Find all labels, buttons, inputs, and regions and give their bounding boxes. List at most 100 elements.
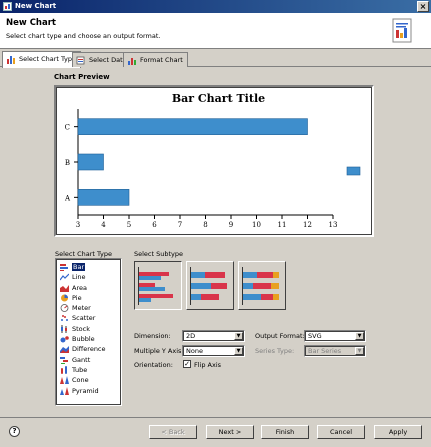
chart-type-label-text: Area [72,283,87,292]
apply-button[interactable]: Apply [374,425,422,439]
bar-c [77,118,308,135]
x-tick-label: 3 [76,221,80,229]
subtype-percent-stacked-button[interactable] [238,261,286,310]
chart-type-label-text: Meter [72,304,91,313]
scatter-chart-icon [61,315,68,322]
pie-chart-icon [61,294,68,302]
subtype-stacked-button[interactable] [186,261,234,310]
chart-type-item-area[interactable]: Area [58,283,119,293]
x-tick-label: 4 [101,221,106,229]
chart-type-label-text: Pyramid [72,386,99,395]
chevron-down-icon: ▼ [234,332,243,340]
chart-app-icon [3,2,12,11]
chart-title: Bar Chart Title [172,92,265,105]
chart-type-label-text: Difference [72,345,106,354]
chart-type-item-pyramid[interactable]: Pyramid [58,386,119,396]
multiple-y-axis-value: None [186,347,203,355]
chart-type-page: Chart Preview Bar Chart Title A B C 3 4 5 6 7 8 9 1… [0,68,431,417]
output-format-select[interactable]: SVG ▼ [304,330,366,342]
dimension-select[interactable]: 2D ▼ [182,330,245,342]
cancel-button[interactable]: Cancel [317,425,365,439]
chart-type-item-meter[interactable]: Meter [58,303,119,313]
chart-type-item-bubble[interactable]: Bubble [58,334,119,344]
flip-axis-label: Flip Axis [194,361,222,369]
chart-type-item-stock[interactable]: Stock [58,324,119,334]
chart-type-label: Select Chart Type [55,250,112,258]
percent-stacked-bar-icon [242,267,279,305]
tab-format-chart[interactable]: Format Chart [123,52,188,67]
flip-axis-checkbox[interactable]: ✓ [183,360,191,368]
chart-type-item-gantt[interactable]: Gantt [58,355,119,365]
header-subtitle: Select chart type and choose an output f… [6,32,161,40]
chart-type-label-text: Line [72,273,86,282]
chevron-down-icon: ▼ [355,347,364,355]
wizard-header: New Chart Select chart type and choose a… [0,13,431,49]
finish-button[interactable]: Finish [261,425,309,439]
x-tick-label: 5 [127,221,131,229]
chart-preview: Bar Chart Title A B C 3 4 5 6 7 8 9 10 11 12 13 [54,85,374,237]
bar-a [77,189,130,206]
cone-chart-icon [60,376,69,385]
tab-strip: Select Chart Type Select Data Format Cha… [0,51,431,68]
bar-chart-icon [60,264,68,271]
tab-select-chart-type[interactable]: Select Chart Type [2,51,81,68]
chart-wizard-icon [392,18,412,43]
close-button[interactable]: × [417,1,429,12]
x-tick-label: 10 [252,221,261,229]
chart-type-label-text: Gantt [72,355,91,364]
x-tick-label: 8 [203,221,207,229]
dimension-value: 2D [186,332,196,340]
chevron-down-icon: ▼ [234,347,243,355]
back-button[interactable]: < Back [149,425,197,439]
chart-type-item-difference[interactable]: Difference [58,344,119,354]
difference-chart-icon [60,346,69,354]
tab-label: Format Chart [140,56,183,64]
help-button[interactable]: ? [9,426,20,437]
wizard-footer: ? < Back Next > Finish Cancel Apply [0,417,431,447]
series-type-value: Bar Series [308,347,342,355]
tab-label: Select Chart Type [19,55,76,63]
data-icon [76,56,85,65]
chart-type-label-text: Tube [72,365,88,374]
side-by-side-bar-icon [138,267,173,305]
chart-type-item-tube[interactable]: Tube [58,365,119,375]
orientation-label: Orientation: [134,361,173,369]
subtype-label: Select Subtype [134,250,184,258]
pyramid-chart-icon [60,386,69,395]
x-tick-label: 12 [303,221,312,229]
y-tick-label: A [64,194,71,202]
chart-type-label-text: Cone [72,376,89,385]
chevron-down-icon: ▼ [355,332,364,340]
chart-type-item-cone[interactable]: Cone [58,375,119,385]
multiple-y-axis-label: Multiple Y Axis: [134,347,184,355]
subtype-side-by-side-button[interactable] [134,261,182,310]
chart-type-label-text: Scatter [72,314,96,323]
gantt-chart-icon [60,356,68,364]
multiple-y-axis-select[interactable]: None ▼ [182,345,245,357]
x-tick-label: 6 [152,221,157,229]
chart-type-list[interactable]: Bar Line Area Pie Meter Scatter Stock Bubble Dif… [55,258,122,406]
format-chart-icon [128,58,136,65]
area-chart-icon [60,284,69,292]
x-tick-label: 9 [229,221,233,229]
chart-type-item-line[interactable]: Line [58,272,119,282]
next-button[interactable]: Next > [206,425,254,439]
header-title: New Chart [6,18,56,28]
chart-type-item-bar[interactable]: Bar [58,262,119,272]
output-format-value: SVG [308,332,322,340]
bar-b [77,153,104,171]
bubble-chart-icon [60,336,69,343]
tab-label: Select Data [89,56,127,64]
chart-type-label-text: Pie [72,293,82,302]
x-tick-label: 13 [329,221,338,229]
chart-type-label-text: Stock [72,324,90,333]
chart-type-label-text: Bar [72,263,86,271]
chart-type-item-pie[interactable]: Pie [58,293,119,303]
stacked-bar-icon [190,267,227,305]
chart-type-item-scatter[interactable]: Scatter [58,313,119,323]
title-bar: New Chart × [0,0,431,13]
legend-swatch [346,166,361,176]
stock-chart-icon [61,324,67,333]
chart-preview-label: Chart Preview [54,73,110,81]
bar-chart-icon [7,56,15,64]
